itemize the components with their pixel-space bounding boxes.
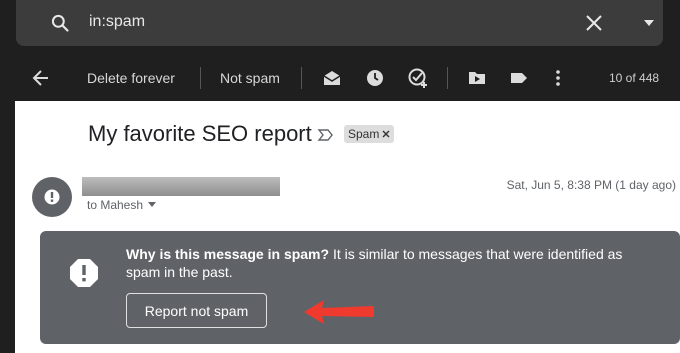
show-details-dropdown-icon[interactable] [148,202,157,208]
not-spam-button[interactable]: Not spam [220,56,280,100]
clear-search-icon[interactable] [584,13,604,33]
move-to-button[interactable] [467,56,487,100]
red-pointer-arrow-icon [304,300,374,324]
toolbar-divider [447,67,448,89]
snooze-button[interactable] [365,56,385,100]
spam-explanation: Why is this message in spam? It is simil… [126,245,646,281]
more-options-button[interactable] [552,56,564,100]
spam-question: Why is this message in spam? [126,246,330,262]
label-icon [511,73,527,83]
message-pane: My favorite SEO report Spam to Mahesh Sa… [15,101,680,353]
sender-name-redacted [82,177,280,196]
email-date: Sat, Jun 5, 8:38 PM (1 day ago) [506,178,676,192]
delete-forever-button[interactable]: Delete forever [87,56,175,100]
search-icon[interactable] [50,13,70,33]
report-not-spam-button[interactable]: Report not spam [126,293,267,328]
clock-icon [367,70,383,86]
warning-avatar-icon [44,189,60,205]
search-bar[interactable]: in:spam [16,0,663,46]
move-to-folder-icon [469,72,485,84]
mark-read-button[interactable] [322,56,342,100]
email-subject: My favorite SEO report [88,121,312,146]
pagination-count: 10 of 448 [609,71,660,85]
labels-button[interactable] [509,56,529,100]
left-edge [0,101,15,353]
spam-warning-icon [70,259,98,287]
recipient-details[interactable]: to Mahesh [87,198,157,212]
add-to-tasks-button[interactable] [407,56,429,100]
message-toolbar: Delete forever Not spam 10 of 448 [0,56,680,100]
spam-label-text: Spam [348,127,380,141]
sender-avatar [32,177,72,217]
remove-label-icon[interactable] [382,130,390,138]
toolbar-divider [301,67,302,89]
back-arrow-icon [32,70,48,86]
recipient-text: to Mahesh [87,198,144,212]
search-input[interactable]: in:spam [89,13,145,31]
importance-marker-icon[interactable] [317,126,335,144]
add-task-icon [408,68,427,88]
mail-open-icon [323,71,341,85]
back-button[interactable] [32,56,50,100]
search-options-dropdown-icon[interactable] [642,16,656,30]
spam-warning-banner: Why is this message in spam? It is simil… [40,231,680,344]
toolbar-divider [200,67,201,89]
more-vert-icon [556,70,560,86]
spam-label-chip[interactable]: Spam [344,125,395,143]
